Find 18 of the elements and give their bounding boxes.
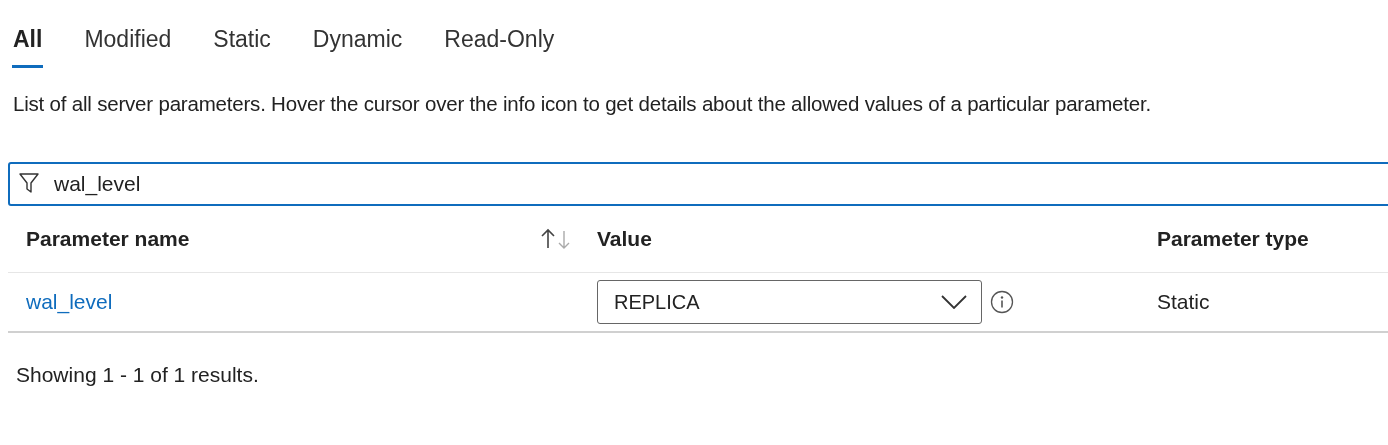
results-count: Showing 1 - 1 of 1 results.	[16, 363, 260, 387]
tab[interactable]: Static	[212, 22, 272, 68]
tab[interactable]: Dynamic	[311, 22, 404, 68]
column-header: Value	[597, 227, 652, 251]
description-text: List of all server parameters. Hover the cursor over the info icon to get details about the allowed values of a particular parameter.	[13, 92, 1152, 116]
column-header: Parameter type	[1157, 227, 1309, 251]
value-dropdown[interactable]: REPLICA	[597, 280, 982, 324]
tab[interactable]: All	[12, 22, 44, 68]
column-header: Parameter name	[26, 227, 190, 251]
tab[interactable]: Read-Only	[443, 22, 556, 68]
tab[interactable]: Modified	[83, 22, 173, 68]
filter-icon	[19, 172, 39, 194]
chevron-down-icon	[941, 295, 967, 309]
info-icon[interactable]	[990, 290, 1014, 314]
filter-field[interactable]: wal_level	[8, 162, 1388, 206]
parameter-link[interactable]: wal_level	[26, 290, 113, 314]
table-cell: Static	[1157, 290, 1210, 314]
sort-icon[interactable]	[540, 227, 572, 251]
